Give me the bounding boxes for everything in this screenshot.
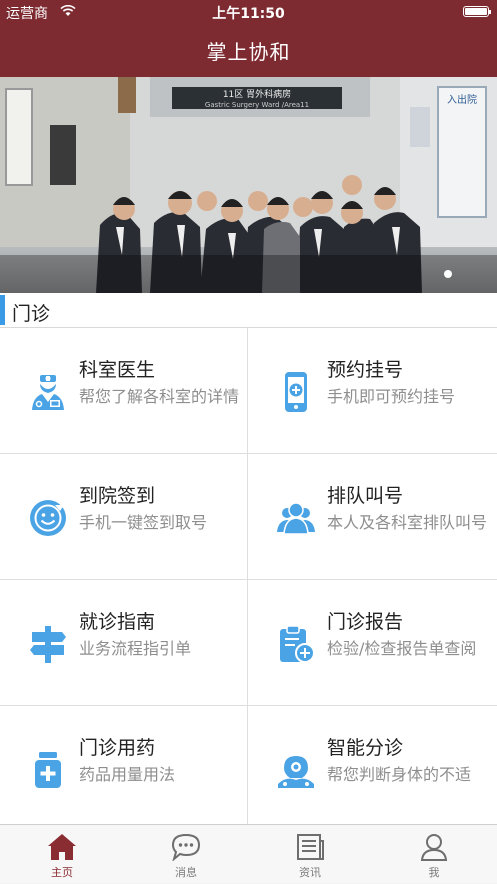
tab-messages[interactable]: 消息 <box>124 825 248 884</box>
person-icon <box>420 834 448 861</box>
notice-board-text: 入出院 <box>447 93 477 106</box>
doctor-icon <box>32 375 64 410</box>
service-check-in[interactable]: 到院签到 手机一键签到取号 <box>0 454 248 580</box>
ward-sign-subtext: Gastric Surgery Ward /Area11 <box>205 101 309 109</box>
service-desc: 帮您了解各科室的详情 <box>79 387 240 406</box>
tab-label: 资讯 <box>299 866 321 879</box>
service-title: 就诊指南 <box>79 611 156 633</box>
tab-bar: 主页 消息 资讯 我 <box>0 824 497 883</box>
queue-people-icon <box>277 502 315 535</box>
service-title: 智能分诊 <box>327 737 404 759</box>
battery-icon <box>463 6 491 17</box>
page-title: 掌上协和 <box>206 40 291 64</box>
service-title: 门诊报告 <box>327 611 404 633</box>
signpost-icon <box>30 626 66 663</box>
service-desc: 药品用量用法 <box>79 765 176 784</box>
triage-icon <box>278 756 314 788</box>
service-desc: 手机即可预约挂号 <box>327 387 456 406</box>
service-title: 门诊用药 <box>79 737 156 759</box>
banner-photo: 11区 胃外科病房 Gastric Surgery Ward /Area11 入… <box>0 77 497 293</box>
service-desc: 帮您判断身体的不适 <box>327 765 472 784</box>
clipboard-report-icon <box>280 625 315 663</box>
status-bar: 运营商 上午11:50 <box>0 0 497 24</box>
tab-label: 消息 <box>175 866 197 879</box>
tab-home[interactable]: 主页 <box>0 825 124 884</box>
tab-me[interactable]: 我 <box>372 825 496 884</box>
phone-plus-icon <box>285 372 307 412</box>
service-title: 到院签到 <box>79 485 156 507</box>
service-desc: 检验/检查报告单查阅 <box>327 639 477 658</box>
service-triage[interactable]: 智能分诊 帮您判断身体的不适 <box>248 706 497 832</box>
medicine-bottle-icon <box>35 752 61 788</box>
section-header-outpatient: 门诊 <box>0 293 497 328</box>
app-header: 运营商 上午11:50 掌上协和 <box>0 0 497 77</box>
service-title: 科室医生 <box>79 359 156 381</box>
service-medication[interactable]: 门诊用药 药品用量用法 <box>0 706 248 832</box>
service-title: 排队叫号 <box>327 485 404 507</box>
chat-icon <box>171 833 201 861</box>
status-time: 上午11:50 <box>212 6 285 22</box>
service-reports[interactable]: 门诊报告 检验/检查报告单查阅 <box>248 580 497 706</box>
banner-overlay <box>0 255 497 293</box>
service-title: 预约挂号 <box>327 359 404 381</box>
service-desc: 手机一键签到取号 <box>79 513 208 532</box>
check-in-icon <box>30 500 66 536</box>
service-appointment[interactable]: 预约挂号 手机即可预约挂号 <box>248 328 497 454</box>
tab-label: 我 <box>428 866 440 879</box>
section-title: 门诊 <box>12 303 51 325</box>
tab-label: 主页 <box>51 866 73 879</box>
service-desc: 本人及各科室排队叫号 <box>327 513 488 532</box>
ward-sign-text: 11区 胃外科病房 <box>223 88 291 100</box>
news-icon <box>297 834 324 860</box>
service-department-doctors[interactable]: 科室医生 帮您了解各科室的详情 <box>0 328 248 454</box>
service-queue[interactable]: 排队叫号 本人及各科室排队叫号 <box>248 454 497 580</box>
section-accent-bar <box>0 295 5 325</box>
banner-carousel[interactable]: 11区 胃外科病房 Gastric Surgery Ward /Area11 入… <box>0 77 497 293</box>
service-guide[interactable]: 就诊指南 业务流程指引单 <box>0 580 248 706</box>
carousel-dot-active[interactable] <box>444 270 452 278</box>
tab-news[interactable]: 资讯 <box>248 825 372 884</box>
service-desc: 业务流程指引单 <box>79 639 192 658</box>
service-grid: 科室医生 帮您了解各科室的详情 预约挂号 手机即可预约挂号 到院签到 手机一键签… <box>0 328 497 832</box>
home-icon <box>48 834 76 860</box>
